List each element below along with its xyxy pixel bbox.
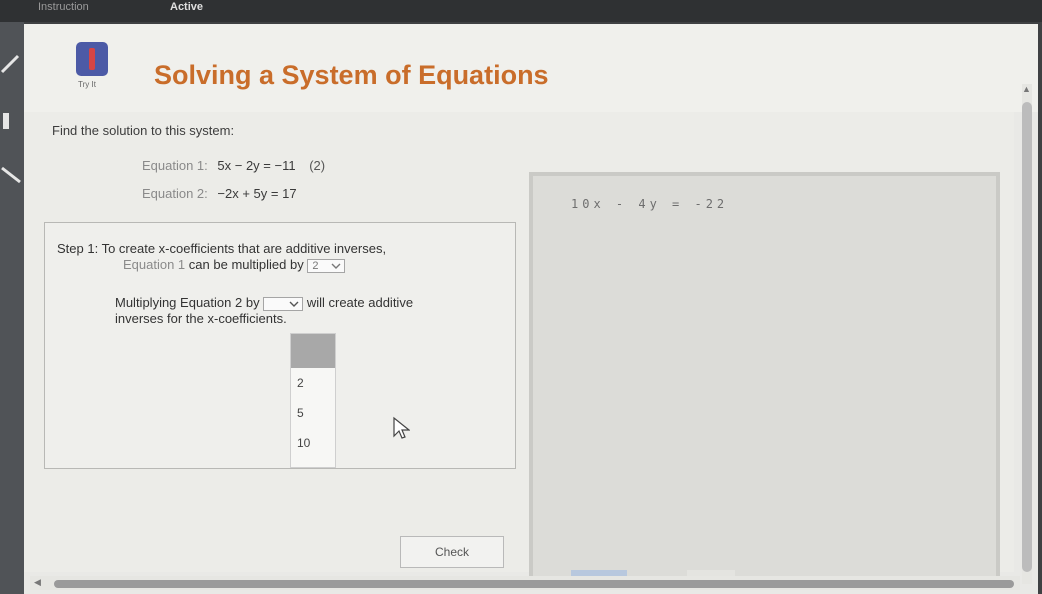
dropdown-option-blank[interactable]: [291, 334, 335, 368]
equation-1-note: (2): [309, 158, 326, 173]
horizontal-scroll-thumb[interactable]: [54, 580, 1014, 588]
equation-2-reference: Equation 2: [180, 295, 243, 310]
step-panel: Step 1: To create x-coefficients that ar…: [44, 222, 516, 469]
chevron-down-icon: [289, 299, 299, 312]
equation-2-name: Equation 2:: [142, 186, 208, 201]
equation-2: Equation 2: −2x + 5y = 17: [142, 186, 297, 201]
step-1-text: Step 1: To create x-coefficients that ar…: [57, 241, 509, 273]
pencil-icon[interactable]: [0, 52, 22, 74]
main-content: Find the solution to this system: Equati…: [24, 112, 1014, 586]
dropdown-option-2[interactable]: 2: [291, 368, 335, 398]
line-tool-icon[interactable]: [0, 164, 22, 186]
problem-prompt: Find the solution to this system:: [52, 123, 235, 138]
multiplier-dropdown: 2 5 10: [290, 333, 336, 468]
step-1-instruction: To create x-coefficients that are additi…: [101, 241, 387, 256]
multiplier-select-1[interactable]: 2: [307, 258, 346, 274]
step-1-label: Step 1:: [57, 241, 99, 256]
tab-active[interactable]: Active: [170, 1, 203, 13]
try-it-logo: Try It: [74, 42, 114, 100]
dropdown-option-10[interactable]: 10: [291, 428, 335, 458]
step-2-text: Multiplying Equation 2 by will create ad…: [115, 295, 507, 327]
scroll-left-icon[interactable]: ◀: [34, 577, 41, 588]
scroll-up-icon[interactable]: ▲: [1022, 84, 1031, 94]
activity-window: Try It Solving a System of Equations Fin…: [24, 24, 1038, 594]
chevron-down-icon: [331, 261, 341, 274]
equation-2-math: −2x + 5y = 17: [217, 186, 297, 201]
step-2-line4: inverses for the x-coefficients.: [115, 311, 287, 326]
horizontal-scrollbar[interactable]: ◀: [30, 576, 1020, 590]
mouse-pointer-icon: [392, 416, 411, 445]
marker-icon[interactable]: [0, 110, 22, 132]
step-1-line2: can be multiplied by: [188, 257, 304, 272]
work-area[interactable]: 10x - 4y = -22: [529, 172, 1000, 586]
vertical-scrollbar[interactable]: ▲: [1022, 84, 1032, 584]
dropdown-option-5[interactable]: 5: [291, 398, 335, 428]
activity-header: Try It Solving a System of Equations: [24, 24, 1038, 112]
work-text: 10x - 4y = -22: [571, 197, 729, 211]
top-bar: Instruction Active: [0, 0, 1042, 22]
logo-caption: Try It: [78, 80, 96, 89]
vertical-scroll-thumb[interactable]: [1022, 102, 1032, 572]
equation-1-name: Equation 1:: [142, 158, 208, 173]
page-title: Solving a System of Equations: [154, 60, 549, 90]
check-button[interactable]: Check: [400, 536, 504, 568]
equation-1-reference: Equation 1: [123, 257, 186, 272]
equation-1-math: 5x − 2y = −11: [217, 158, 296, 173]
step-2-suffix: will create additive: [306, 295, 414, 310]
left-toolbar: [0, 22, 24, 594]
step-2-by: by: [245, 295, 260, 310]
multiplier-select-2[interactable]: [263, 296, 304, 312]
tab-instruction[interactable]: Instruction: [38, 1, 89, 13]
multiplier-select-1-value: 2: [312, 259, 319, 272]
equation-1: Equation 1: 5x − 2y = −11 (2): [142, 158, 325, 173]
step-2-prefix: Multiplying: [115, 295, 177, 310]
try-it-icon: [76, 42, 108, 76]
